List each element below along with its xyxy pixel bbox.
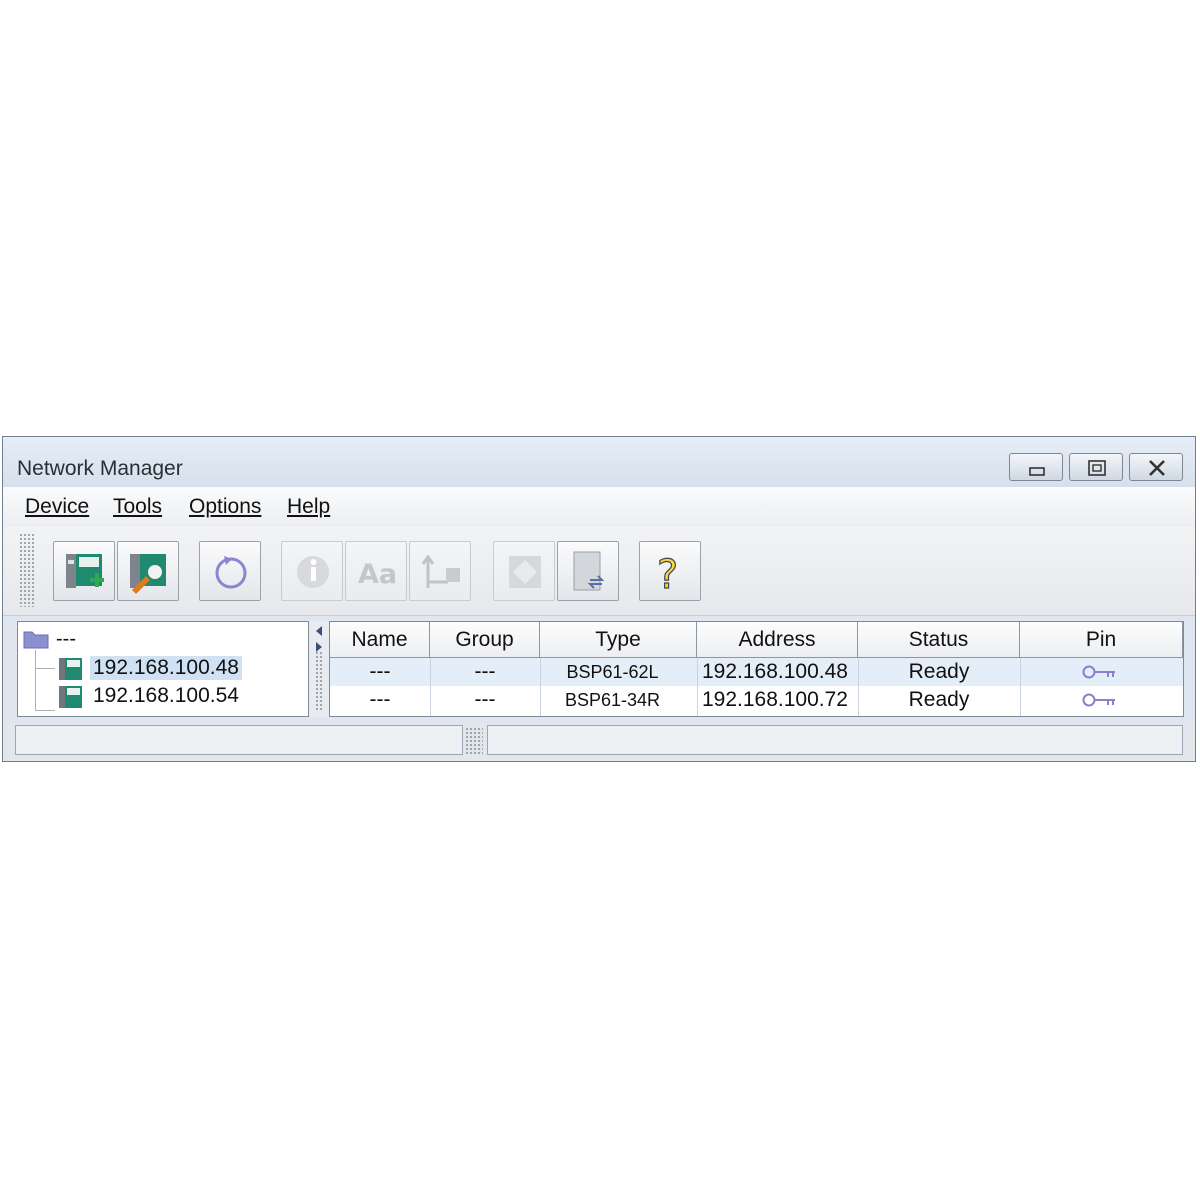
help-button[interactable]: ? <box>639 541 701 601</box>
refresh-icon <box>215 556 247 589</box>
tree-connector <box>35 650 36 710</box>
close-button[interactable] <box>1129 453 1183 481</box>
font-icon: Aa <box>358 559 397 590</box>
cell-pin[interactable] <box>1020 686 1183 714</box>
menu-options[interactable]: Options <box>189 495 261 519</box>
device-transfer-icon <box>573 551 605 591</box>
tree-item-device[interactable]: 192.168.100.54 <box>90 684 242 708</box>
refresh-button[interactable] <box>199 541 261 601</box>
info-button[interactable] <box>281 541 343 601</box>
menu-bar: Device Tools Options Help <box>3 487 1195 527</box>
cell-address: 192.168.100.48 <box>702 660 848 683</box>
device-table: Name Group Type Address Status Pin --- -… <box>329 621 1184 717</box>
folder-icon <box>23 631 49 649</box>
font-icon-label: Aa <box>358 559 397 590</box>
window-title: Network Manager <box>17 457 183 480</box>
tree-root-label[interactable]: --- <box>56 628 76 651</box>
menu-device[interactable]: Device <box>25 495 89 519</box>
column-divider <box>858 658 859 716</box>
column-header-name[interactable]: Name <box>330 622 430 658</box>
edit-device-button[interactable] <box>117 541 179 601</box>
status-splitter[interactable] <box>465 727 483 755</box>
menu-help[interactable]: Help <box>287 495 330 519</box>
network-connection-icon <box>421 554 460 588</box>
network-connection-button[interactable] <box>409 541 471 601</box>
info-icon <box>297 556 329 588</box>
cell-type: BSP61-34R <box>564 690 661 710</box>
help-icon-label: ? <box>657 552 678 598</box>
column-divider <box>540 658 541 716</box>
device-icon <box>59 686 82 708</box>
help-icon: ? <box>656 551 678 598</box>
status-field-left <box>15 725 463 755</box>
splitter-grip <box>315 651 323 711</box>
font-button[interactable]: Aa <box>345 541 407 601</box>
toolbar: Aa ? <box>3 527 1195 616</box>
device-transfer-button[interactable] <box>557 541 619 601</box>
column-header-pin[interactable]: Pin <box>1020 622 1183 658</box>
column-header-group[interactable]: Group <box>430 622 540 658</box>
title-bar[interactable]: Network Manager <box>3 437 1195 487</box>
cell-group: --- <box>474 688 496 711</box>
cell-status: Ready <box>908 688 970 711</box>
column-header-type[interactable]: Type <box>540 622 697 658</box>
device-tree: --- 192.168.100.48 192.168.100.54 <box>17 621 309 717</box>
menu-help-label: Help <box>287 495 331 518</box>
column-header-status[interactable]: Status <box>858 622 1020 658</box>
table-row[interactable]: --- --- BSP61-34R 192.168.100.72 Ready <box>330 686 1183 714</box>
add-device-button[interactable] <box>53 541 115 601</box>
add-device-icon <box>66 554 104 588</box>
menu-device-label: Device <box>25 495 90 518</box>
maximize-button[interactable] <box>1069 453 1123 481</box>
key-icon <box>1082 665 1115 679</box>
tree-item-device[interactable]: 192.168.100.48 <box>90 656 242 680</box>
panel-splitter[interactable] <box>309 621 329 717</box>
table-row[interactable]: --- --- BSP61-62L 192.168.100.48 Ready <box>330 658 1183 686</box>
minimize-button[interactable] <box>1009 453 1063 481</box>
key-icon <box>1082 693 1115 707</box>
menu-options-label: Options <box>189 495 262 518</box>
cell-name: --- <box>369 688 391 711</box>
tree-connector <box>35 710 55 711</box>
cell-address: 192.168.100.72 <box>702 688 848 711</box>
close-icon <box>1149 460 1165 476</box>
menu-tools-label: Tools <box>113 495 163 518</box>
column-divider <box>1020 658 1021 716</box>
column-divider <box>430 658 431 716</box>
status-field-right <box>487 725 1183 755</box>
maximize-icon <box>1088 460 1106 476</box>
edit-device-icon <box>130 554 166 594</box>
toolbar-grip[interactable] <box>19 533 35 607</box>
minimize-icon <box>1029 467 1045 476</box>
tree-connector <box>35 668 55 669</box>
cell-pin[interactable] <box>1020 658 1183 686</box>
card-button[interactable] <box>493 541 555 601</box>
cell-group: --- <box>474 660 496 683</box>
cell-type: BSP61-62L <box>566 662 659 682</box>
status-bar <box>3 723 1195 761</box>
column-divider <box>697 658 698 716</box>
card-icon <box>509 556 541 588</box>
menu-tools[interactable]: Tools <box>113 495 162 519</box>
network-manager-window: Network Manager Device Tools Options Hel… <box>2 436 1196 762</box>
cell-status: Ready <box>908 660 970 683</box>
cell-name: --- <box>369 660 391 683</box>
device-icon <box>59 658 82 680</box>
column-header-address[interactable]: Address <box>697 622 858 658</box>
